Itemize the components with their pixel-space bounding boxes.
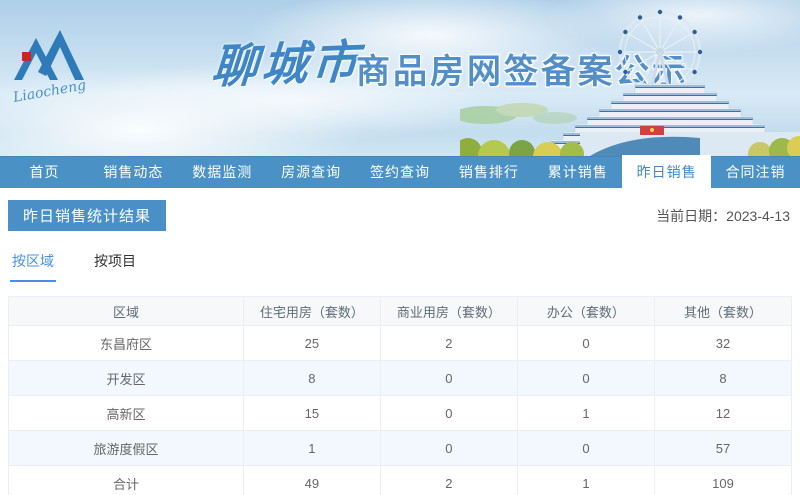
nav-item-cumulative-sales[interactable]: 累计销售 <box>533 157 622 189</box>
table-row: 开发区8008 <box>9 361 792 396</box>
column-header: 其他（套数） <box>654 297 791 326</box>
page: Liaocheng 聊城市 商品房网签备案公示 <box>0 0 800 495</box>
value-cell: 49 <box>243 466 380 495</box>
value-cell: 0 <box>517 431 654 466</box>
value-cell: 1 <box>517 396 654 431</box>
value-cell: 109 <box>654 466 791 495</box>
tab-by-region[interactable]: 按区域 <box>10 251 56 282</box>
ferris-wheel-illustration <box>460 0 800 156</box>
nav-item-home[interactable]: 首页 <box>0 157 89 189</box>
value-cell: 1 <box>243 431 380 466</box>
value-cell: 8 <box>243 361 380 396</box>
current-date: 当前日期：2023-4-13 <box>656 206 792 226</box>
nav-item-yesterday-sales[interactable]: 昨日销售 <box>622 157 711 189</box>
section-title-badge: 昨日销售统计结果 <box>8 200 166 231</box>
table-row: 高新区150112 <box>9 396 792 431</box>
value-cell: 15 <box>243 396 380 431</box>
content-head: 昨日销售统计结果 当前日期：2023-4-13 <box>8 200 792 231</box>
value-cell: 0 <box>517 361 654 396</box>
nav-item-sales-dynamics[interactable]: 销售动态 <box>89 157 178 189</box>
lakeside-landscape <box>460 103 580 124</box>
value-cell: 32 <box>654 326 791 361</box>
table-row: 旅游度假区10057 <box>9 431 792 466</box>
value-cell: 57 <box>654 431 791 466</box>
table-header-row: 区域住宅用房（套数）商业用房（套数）办公（套数）其他（套数） <box>9 297 792 326</box>
sub-tabs: 按区域 按项目 <box>8 251 792 282</box>
region-cell: 合计 <box>9 466 244 495</box>
column-header: 商业用房（套数） <box>380 297 517 326</box>
content: 昨日销售统计结果 当前日期：2023-4-13 按区域 按项目 区域住宅用房（套数… <box>0 200 800 495</box>
stats-table: 区域住宅用房（套数）商业用房（套数）办公（套数）其他（套数） 东昌府区25203… <box>8 296 792 495</box>
table-row: 合计4921109 <box>9 466 792 495</box>
header-banner: Liaocheng 聊城市 商品房网签备案公示 <box>0 0 800 156</box>
value-cell: 0 <box>380 396 517 431</box>
tab-by-project[interactable]: 按项目 <box>92 251 138 282</box>
main-nav: 首页销售动态数据监测房源查询签约查询销售排行累计销售昨日销售合同注销 <box>0 156 800 188</box>
value-cell: 25 <box>243 326 380 361</box>
nav-item-listing-query[interactable]: 房源查询 <box>267 157 356 189</box>
value-cell: 12 <box>654 396 791 431</box>
region-cell: 东昌府区 <box>9 326 244 361</box>
nav-item-sales-ranking[interactable]: 销售排行 <box>444 157 533 189</box>
region-cell: 高新区 <box>9 396 244 431</box>
table-row: 东昌府区252032 <box>9 326 792 361</box>
value-cell: 2 <box>380 326 517 361</box>
value-cell: 0 <box>517 326 654 361</box>
column-header: 办公（套数） <box>517 297 654 326</box>
value-cell: 0 <box>380 361 517 396</box>
logo-script-text: Liaocheng <box>12 77 87 106</box>
value-cell: 0 <box>380 431 517 466</box>
nav-item-contract-cancellation[interactable]: 合同注销 <box>711 157 800 189</box>
column-header: 区域 <box>9 297 244 326</box>
city-name-calligraphy: 聊城市 <box>210 25 365 96</box>
value-cell: 8 <box>654 361 791 396</box>
logo-m-icon <box>14 30 84 80</box>
value-cell: 1 <box>517 466 654 495</box>
site-logo: Liaocheng <box>12 22 212 122</box>
region-cell: 旅游度假区 <box>9 431 244 466</box>
nav-item-contract-query[interactable]: 签约查询 <box>356 157 445 189</box>
nav-item-data-monitoring[interactable]: 数据监测 <box>178 157 267 189</box>
region-cell: 开发区 <box>9 361 244 396</box>
column-header: 住宅用房（套数） <box>243 297 380 326</box>
value-cell: 2 <box>380 466 517 495</box>
